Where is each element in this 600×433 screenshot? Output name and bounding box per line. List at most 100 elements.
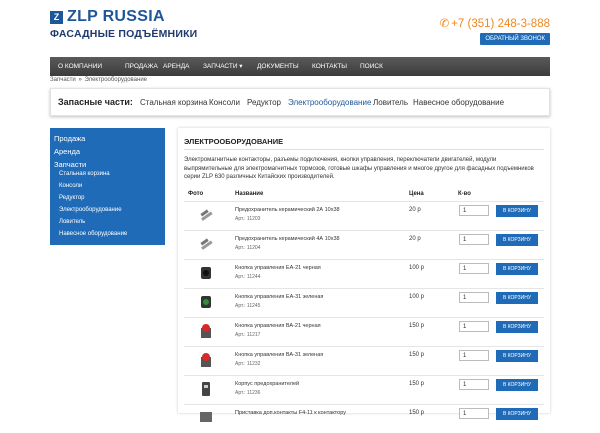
- quantity-input[interactable]: 1: [459, 234, 489, 245]
- page-title: ЭЛЕКТРООБОРУДОВАНИЕ: [184, 137, 284, 146]
- product-row: Кнопка управления ВА-31 зеленая Арт.: 11…: [184, 346, 544, 375]
- product-article: Арт.: 11203: [235, 216, 261, 222]
- quantity-input[interactable]: 1: [459, 292, 489, 303]
- column-header-qty: К-во: [458, 191, 471, 197]
- add-to-cart-button[interactable]: В КОРЗИНУ: [496, 408, 538, 420]
- product-row: Корпус предохранителей Арт.: 11236 150 р…: [184, 375, 544, 404]
- product-name[interactable]: Предохранитель керамический 4А 10х38: [235, 236, 340, 242]
- phone-icon: ✆: [439, 18, 450, 30]
- fuse-icon[interactable]: [196, 235, 216, 253]
- breadcrumb-root[interactable]: Запчасти: [50, 77, 76, 83]
- product-row: Кнопка управления ЕА-31 зеленая Арт.: 11…: [184, 288, 544, 317]
- quantity-input[interactable]: 1: [459, 321, 489, 332]
- parts-item-catcher[interactable]: Ловитель: [373, 98, 408, 107]
- breadcrumb: Запчасти » Электрооборудование: [50, 77, 147, 83]
- product-article: Арт.: 11217: [235, 332, 261, 338]
- category-description: Электромагнитные контакторы, разъемы под…: [184, 157, 534, 180]
- product-row: Предохранитель керамический 2А 10х38 Арт…: [184, 201, 544, 230]
- parts-bar: Запасные части: Стальная корзина Консоли…: [50, 88, 550, 116]
- product-price: 100 р: [409, 265, 425, 271]
- sidebar-item-parts[interactable]: Запчасти: [54, 160, 86, 169]
- fuse-icon[interactable]: [196, 206, 216, 224]
- breadcrumb-separator: »: [78, 77, 82, 83]
- green-button-icon[interactable]: [196, 293, 216, 311]
- main-nav: О КОМПАНИИ ПРОДАЖА АРЕНДА ЗАПЧАСТИ ▾ ДОК…: [50, 57, 550, 76]
- sidebar-subitem-reducer[interactable]: Редуктор: [59, 195, 85, 201]
- parts-title: Запасные части:: [58, 97, 133, 107]
- add-to-cart-button[interactable]: В КОРЗИНУ: [496, 292, 538, 304]
- product-price: 150 р: [409, 323, 425, 329]
- product-price: 20 р: [409, 236, 421, 242]
- nav-item-rent[interactable]: АРЕНДА: [163, 57, 189, 76]
- add-to-cart-button[interactable]: В КОРЗИНУ: [496, 263, 538, 275]
- product-row: Кнопка управления ЕА-21 черная Арт.: 112…: [184, 259, 544, 288]
- red-button-icon[interactable]: [196, 322, 216, 340]
- product-article: Арт.: 11244: [235, 274, 261, 280]
- title-divider: [184, 149, 544, 150]
- nav-item-sale[interactable]: ПРОДАЖА: [125, 57, 158, 76]
- sidebar-subitem-catcher[interactable]: Ловитель: [59, 219, 85, 225]
- contact-block-icon[interactable]: [196, 409, 216, 427]
- sidebar-item-sale[interactable]: Продажа: [54, 134, 85, 143]
- sidebar-subitem-consoles[interactable]: Консоли: [59, 183, 82, 189]
- sidebar: Продажа Аренда Запчасти Стальная корзина…: [50, 128, 165, 245]
- product-name[interactable]: Предохранитель керамический 2А 10х38: [235, 207, 340, 213]
- quantity-input[interactable]: 1: [459, 350, 489, 361]
- quantity-input[interactable]: 1: [459, 408, 489, 419]
- nav-item-documents[interactable]: ДОКУМЕНТЫ: [257, 57, 299, 76]
- red-button-icon[interactable]: [196, 351, 216, 369]
- logo-text: ZLP RUSSIA: [67, 8, 165, 25]
- breadcrumb-current: Электрооборудование: [84, 77, 148, 83]
- product-price: 100 р: [409, 294, 425, 300]
- main-content: ЭЛЕКТРООБОРУДОВАНИЕ Электромагнитные кон…: [178, 128, 550, 422]
- product-article: Арт.: 11236: [235, 390, 261, 396]
- phone-text: +7 (351) 248-3-888: [451, 18, 550, 30]
- quantity-input[interactable]: 1: [459, 379, 489, 390]
- parts-item-electrical[interactable]: Электрооборудование: [288, 98, 371, 107]
- product-article: Арт.: 11232: [235, 361, 261, 367]
- add-to-cart-button[interactable]: В КОРЗИНУ: [496, 379, 538, 391]
- nav-item-contacts[interactable]: КОНТАКТЫ: [312, 57, 347, 76]
- parts-item-attachments[interactable]: Навесное оборудование: [413, 98, 504, 107]
- column-header-name: Название: [235, 191, 264, 197]
- product-article: Арт.: 11245: [235, 303, 261, 309]
- column-header-photo: Фото: [188, 191, 204, 197]
- add-to-cart-button[interactable]: В КОРЗИНУ: [496, 234, 538, 246]
- sidebar-item-rent[interactable]: Аренда: [54, 147, 80, 156]
- nav-item-about[interactable]: О КОМПАНИИ: [58, 57, 102, 76]
- product-row: Приставка доп.контакты F4-11 к контактор…: [184, 404, 544, 433]
- black-button-icon[interactable]: [196, 264, 216, 282]
- nav-item-parts[interactable]: ЗАПЧАСТИ ▾: [203, 57, 243, 76]
- product-price: 150 р: [409, 410, 425, 416]
- callback-button[interactable]: ОБРАТНЫЙ ЗВОНОК: [480, 33, 550, 45]
- product-name[interactable]: Кнопка управления ВА-21 черная: [235, 323, 321, 329]
- product-name[interactable]: Корпус предохранителей: [235, 381, 299, 387]
- sidebar-subitem-basket[interactable]: Стальная корзина: [59, 171, 110, 177]
- product-name[interactable]: Кнопка управления ЕА-21 черная: [235, 265, 321, 271]
- product-article: Арт.: 11204: [235, 245, 261, 251]
- product-row: Кнопка управления ВА-21 черная Арт.: 112…: [184, 317, 544, 346]
- quantity-input[interactable]: 1: [459, 205, 489, 216]
- nav-item-search[interactable]: ПОИСК: [360, 57, 383, 76]
- phone-number[interactable]: ✆ +7 (351) 248-3-888: [440, 16, 550, 30]
- product-name[interactable]: Приставка доп.контакты F4-11 к контактор…: [235, 410, 346, 416]
- sidebar-subitem-attachments[interactable]: Навесное оборудование: [59, 231, 127, 237]
- fuse-case-icon[interactable]: [196, 380, 216, 398]
- add-to-cart-button[interactable]: В КОРЗИНУ: [496, 321, 538, 333]
- logo-subtitle: ФАСАДНЫЕ ПОДЪЁМНИКИ: [50, 28, 198, 40]
- parts-item-consoles[interactable]: Консоли: [209, 98, 240, 107]
- product-price: 150 р: [409, 352, 425, 358]
- quantity-input[interactable]: 1: [459, 263, 489, 274]
- sidebar-subitem-electrical[interactable]: Электрооборудование: [59, 207, 122, 213]
- product-price: 20 р: [409, 207, 421, 213]
- product-name[interactable]: Кнопка управления ЕА-31 зеленая: [235, 294, 323, 300]
- parts-item-reducer[interactable]: Редуктор: [247, 98, 281, 107]
- product-row: Предохранитель керамический 4А 10х38 Арт…: [184, 230, 544, 259]
- parts-item-basket[interactable]: Стальная корзина: [140, 98, 207, 107]
- add-to-cart-button[interactable]: В КОРЗИНУ: [496, 350, 538, 362]
- site-header: Z ZLP RUSSIA ФАСАДНЫЕ ПОДЪЁМНИКИ ✆ +7 (35…: [0, 0, 600, 56]
- add-to-cart-button[interactable]: В КОРЗИНУ: [496, 205, 538, 217]
- column-header-price: Цена: [409, 191, 424, 197]
- product-price: 150 р: [409, 381, 425, 387]
- product-name[interactable]: Кнопка управления ВА-31 зеленая: [235, 352, 323, 358]
